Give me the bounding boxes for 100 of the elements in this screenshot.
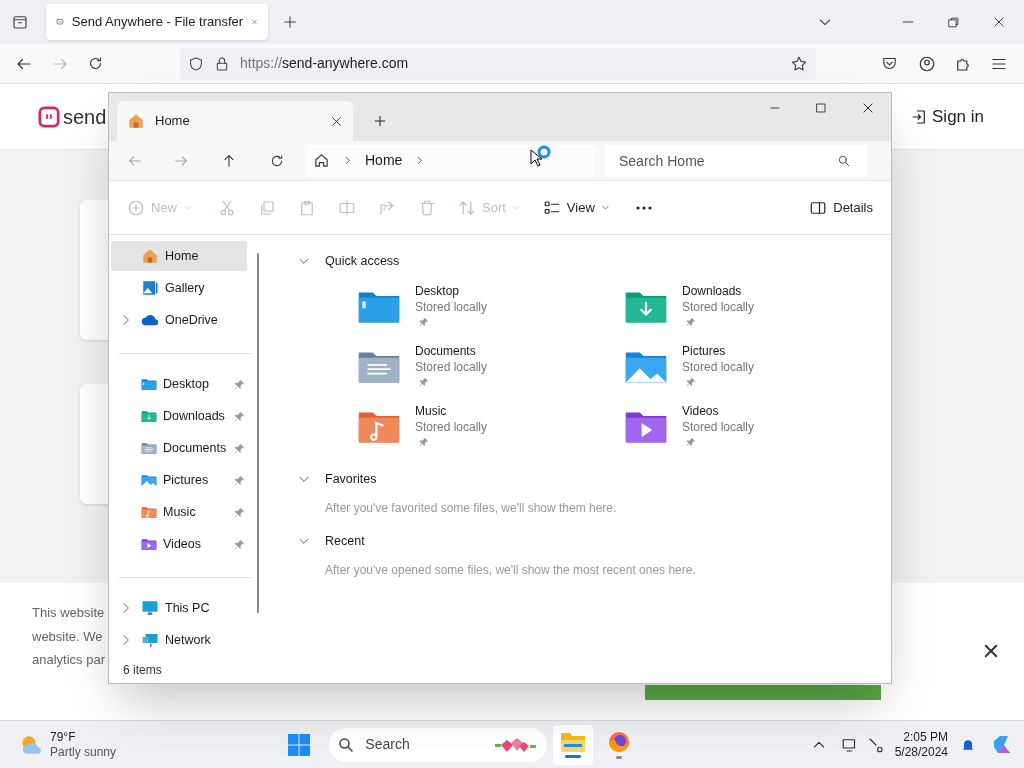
taskbar-app[interactable] bbox=[553, 724, 594, 765]
plus-icon[interactable] bbox=[282, 14, 298, 30]
folder-name: Desktop bbox=[415, 283, 461, 299]
search-field[interactable]: Search Home bbox=[605, 144, 867, 177]
network-icon bbox=[141, 631, 159, 649]
cookie-text: website. We bbox=[32, 627, 104, 646]
folder-icon bbox=[141, 537, 157, 551]
up-icon[interactable] bbox=[221, 152, 237, 169]
sidebar-item[interactable]: Pictures bbox=[111, 465, 247, 495]
folder-icon bbox=[141, 473, 157, 487]
sidebar-item[interactable]: Videos bbox=[111, 529, 247, 559]
cookie-text: analytics par bbox=[32, 651, 105, 669]
folder-name: Music bbox=[415, 403, 448, 419]
pin-icon bbox=[419, 317, 429, 327]
windows-icon[interactable] bbox=[287, 732, 312, 757]
sidebar-item[interactable]: Desktop bbox=[111, 369, 247, 399]
home-outline-icon bbox=[313, 152, 330, 169]
pin-icon[interactable] bbox=[234, 410, 245, 422]
folder-name: Pictures bbox=[682, 343, 727, 359]
folder-name: Downloads bbox=[682, 283, 743, 299]
close-icon[interactable] bbox=[861, 101, 875, 115]
explorer-tab[interactable]: Home bbox=[117, 101, 353, 141]
tab-list-icon[interactable] bbox=[11, 13, 29, 31]
folder-tile[interactable]: Documents Stored locally bbox=[357, 343, 624, 395]
clock-time[interactable]: 2:05 PM bbox=[903, 729, 948, 745]
firefox-icon bbox=[607, 730, 632, 754]
clock-date[interactable]: 5/28/2024 bbox=[894, 744, 948, 760]
cookie-text: This website bbox=[32, 604, 105, 622]
empty-message: After you've opened some files, we'll show the most recent ones here. bbox=[325, 562, 697, 579]
close-icon[interactable] bbox=[982, 642, 1000, 660]
pocket-icon[interactable] bbox=[881, 55, 898, 72]
breadcrumb-item[interactable]: Home bbox=[365, 150, 403, 171]
gallery-icon bbox=[141, 279, 159, 297]
empty-message: After you've favorited some files, we'll show them here. bbox=[325, 500, 618, 517]
address-field[interactable]: Home bbox=[305, 144, 595, 177]
taskbar-search[interactable]: Search bbox=[329, 727, 548, 762]
reload-icon[interactable] bbox=[87, 55, 104, 72]
home-icon bbox=[127, 112, 145, 130]
pin-icon[interactable] bbox=[234, 506, 245, 518]
refresh-icon[interactable] bbox=[269, 152, 285, 169]
section-title[interactable]: Quick access bbox=[325, 251, 400, 271]
sidebar-item[interactable]: This PC bbox=[111, 593, 247, 623]
folder-tile[interactable]: Videos Stored locally bbox=[624, 403, 891, 455]
pin-icon bbox=[686, 437, 696, 447]
sidebar-item[interactable]: OneDrive bbox=[111, 305, 247, 335]
restore-icon[interactable] bbox=[947, 15, 960, 29]
logo-icon bbox=[38, 105, 60, 128]
sidebar-item[interactable]: Home bbox=[111, 241, 247, 271]
pin-icon[interactable] bbox=[234, 378, 245, 390]
folder-icon bbox=[141, 505, 157, 519]
maximize-icon[interactable] bbox=[815, 102, 827, 114]
account-icon[interactable] bbox=[918, 54, 936, 73]
status-text: 6 items bbox=[123, 662, 163, 679]
folder-status: Stored locally bbox=[415, 359, 488, 375]
sidebar-item[interactable]: Music bbox=[111, 497, 247, 527]
temperature-text: 79°F bbox=[50, 729, 77, 745]
section-title[interactable]: Favorites bbox=[325, 469, 377, 489]
pin-icon[interactable] bbox=[234, 474, 245, 486]
caret-icon bbox=[511, 203, 521, 212]
lock-icon bbox=[214, 55, 230, 72]
home-icon bbox=[141, 247, 159, 265]
scrollbar-thumb[interactable] bbox=[257, 253, 259, 613]
folder-tile[interactable]: Pictures Stored locally bbox=[624, 343, 891, 395]
folder-tile[interactable]: Desktop Stored locally bbox=[357, 283, 624, 335]
sidebar-item[interactable]: Network bbox=[111, 625, 247, 655]
sidebar-item[interactable]: Downloads bbox=[111, 401, 247, 431]
folder-icon bbox=[560, 731, 587, 753]
toolbar-button[interactable]: Details bbox=[809, 192, 873, 223]
close-icon[interactable] bbox=[330, 114, 343, 128]
cloud-icon bbox=[141, 313, 159, 327]
caret-icon bbox=[183, 203, 192, 212]
pin-icon bbox=[419, 377, 429, 387]
sign-in-link[interactable]: Sign in bbox=[910, 103, 984, 130]
tab-title: Send Anywhere - File transfer bbox=[71, 13, 244, 32]
search-icon bbox=[337, 735, 356, 754]
shield-icon bbox=[188, 55, 204, 72]
url-text: https://send-anywhere.com bbox=[240, 54, 410, 73]
folder-tile[interactable]: Music Stored locally bbox=[357, 403, 624, 455]
toolbar-button[interactable]: View bbox=[542, 192, 610, 223]
folder-tile[interactable]: Downloads Stored locally bbox=[624, 283, 891, 335]
address-bar[interactable]: https://send-anywhere.com bbox=[180, 47, 816, 80]
sidebar-item[interactable]: Gallery bbox=[111, 273, 247, 303]
pin-icon bbox=[686, 377, 696, 387]
close-icon[interactable] bbox=[992, 15, 1006, 29]
caret-icon bbox=[600, 203, 610, 212]
folder-status: Stored locally bbox=[682, 359, 755, 375]
sidebar-item[interactable]: Documents bbox=[111, 433, 247, 463]
folder-icon bbox=[141, 441, 157, 455]
folder-status: Stored locally bbox=[682, 299, 755, 315]
star-icon[interactable] bbox=[790, 54, 808, 73]
folder-icon bbox=[141, 377, 157, 391]
weather-text: Partly sunny bbox=[50, 744, 117, 760]
folder-name: Videos bbox=[682, 403, 720, 419]
plus-icon[interactable] bbox=[373, 114, 387, 128]
sign-in-icon bbox=[910, 107, 928, 126]
pin-icon[interactable] bbox=[234, 538, 245, 550]
browser-tab[interactable]: Send Anywhere - File transfer bbox=[46, 4, 268, 40]
section-title[interactable]: Recent bbox=[325, 531, 365, 551]
pin-icon[interactable] bbox=[234, 442, 245, 454]
monitor-icon bbox=[141, 599, 159, 617]
